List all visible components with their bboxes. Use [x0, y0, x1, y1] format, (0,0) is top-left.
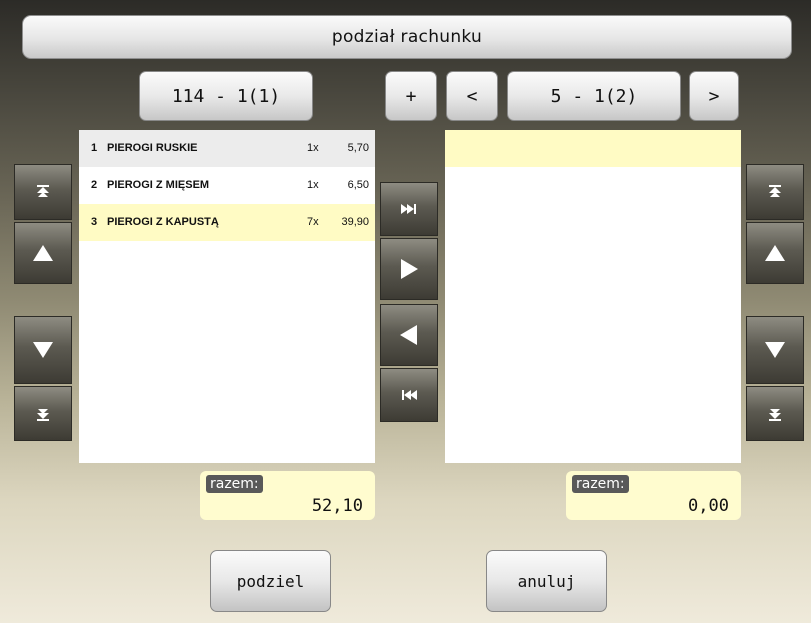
right-total-value: 0,00: [688, 496, 729, 516]
item-qty: 1x: [307, 179, 319, 191]
left-item-list[interactable]: 1 PIEROGI RUSKIE 1x 5,70 2 PIEROGI Z MIĘ…: [79, 130, 375, 463]
left-scroll-first-button[interactable]: [14, 164, 72, 220]
right-scroll-last-button[interactable]: [746, 386, 804, 441]
scroll-first-icon: [769, 185, 781, 197]
split-button[interactable]: podziel: [210, 550, 331, 612]
arrow-down-icon: [33, 342, 53, 358]
page-title: podział rachunku: [331, 27, 483, 47]
right-scroll-first-button[interactable]: [746, 164, 804, 220]
left-total-box: razem: 52,10: [200, 471, 375, 520]
item-name: PIEROGI RUSKIE: [107, 142, 198, 154]
move-left-button[interactable]: [380, 304, 438, 366]
item-number: 3: [91, 216, 98, 228]
scroll-first-icon: [37, 185, 49, 197]
move-right-button[interactable]: [380, 238, 438, 300]
move-left-icon: [400, 325, 417, 345]
right-bill-label: 5 - 1(2): [550, 85, 638, 107]
add-bill-button[interactable]: +: [385, 71, 437, 121]
item-name: PIEROGI Z KAPUSTĄ: [107, 216, 219, 228]
right-bill-button[interactable]: 5 - 1(2): [507, 71, 681, 121]
item-number: 2: [91, 179, 98, 191]
move-all-right-button[interactable]: [380, 182, 438, 236]
item-name: PIEROGI Z MIĘSEM: [107, 179, 210, 191]
item-price: 5,70: [347, 142, 369, 154]
prev-bill-button[interactable]: <: [446, 71, 498, 121]
item-qty: 7x: [307, 216, 319, 228]
list-item[interactable]: 2 PIEROGI Z MIĘSEM 1x 6,50: [79, 167, 375, 204]
cancel-button-label: anuluj: [517, 571, 576, 591]
left-scroll-down-button[interactable]: [14, 316, 72, 384]
arrow-up-icon: [33, 245, 53, 261]
move-right-icon: [401, 259, 418, 279]
right-scroll-down-button[interactable]: [746, 316, 804, 384]
left-total-label: razem:: [206, 475, 263, 493]
right-scroll-up-button[interactable]: [746, 222, 804, 284]
left-bill-label: 114 - 1(1): [171, 85, 281, 107]
add-bill-label: +: [405, 85, 417, 107]
prev-bill-label: <: [466, 85, 478, 107]
item-number: 1: [91, 142, 98, 154]
arrow-up-icon: [765, 245, 785, 261]
item-price: 6,50: [347, 179, 369, 191]
left-bill-button[interactable]: 114 - 1(1): [139, 71, 313, 121]
list-item[interactable]: 1 PIEROGI RUSKIE 1x 5,70: [79, 130, 375, 167]
item-qty: 1x: [307, 142, 319, 154]
item-price: 39,90: [341, 216, 369, 228]
left-scroll-up-button[interactable]: [14, 222, 72, 284]
list-item-selected-empty[interactable]: [445, 130, 741, 167]
left-total-value: 52,10: [311, 496, 363, 516]
right-total-box: razem: 0,00: [566, 471, 741, 520]
cancel-button[interactable]: anuluj: [486, 550, 607, 612]
title-bar: podział rachunku: [22, 15, 792, 59]
scroll-last-icon: [769, 408, 781, 421]
move-all-left-button[interactable]: [380, 368, 438, 422]
split-button-label: podziel: [236, 571, 305, 591]
move-all-right-icon: [401, 204, 416, 214]
next-bill-label: >: [708, 85, 720, 107]
next-bill-button[interactable]: >: [689, 71, 739, 121]
arrow-down-icon: [765, 342, 785, 358]
move-all-left-icon: [402, 390, 417, 400]
right-total-label: razem:: [572, 475, 629, 493]
left-scroll-last-button[interactable]: [14, 386, 72, 441]
list-item-selected[interactable]: 3 PIEROGI Z KAPUSTĄ 7x 39,90: [79, 204, 375, 241]
scroll-last-icon: [37, 408, 49, 421]
right-item-list[interactable]: [445, 130, 741, 463]
